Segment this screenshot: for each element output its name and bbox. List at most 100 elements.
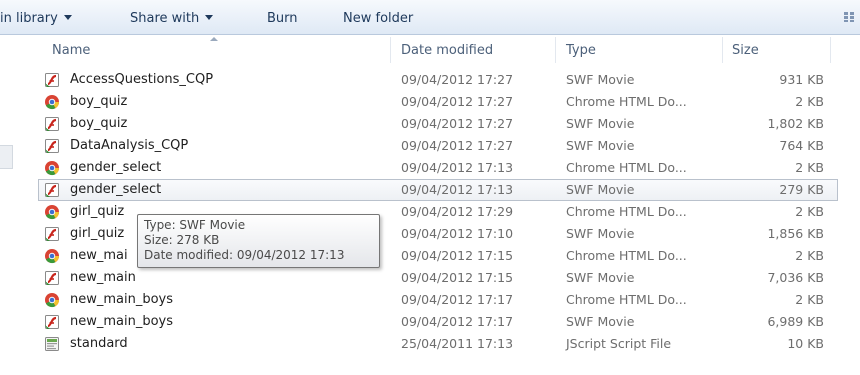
file-row[interactable]: boy_quiz 09/04/2012 17:27 Chrome HTML Do..… bbox=[38, 91, 838, 113]
file-type: SWF Movie bbox=[566, 270, 635, 285]
file-size: 279 KB bbox=[779, 182, 824, 197]
file-size: 2 KB bbox=[795, 248, 824, 263]
file-type: JScript Script File bbox=[566, 336, 672, 351]
file-name: gender_select bbox=[70, 182, 162, 197]
column-divider[interactable] bbox=[390, 37, 391, 63]
file-row[interactable]: DataAnalysis_CQP 09/04/2012 17:27 SWF Movi… bbox=[38, 135, 838, 157]
column-header-size[interactable]: Size bbox=[732, 43, 759, 58]
file-date-modified: 09/04/2012 17:13 bbox=[401, 182, 514, 197]
file-size: 764 KB bbox=[779, 138, 824, 153]
jscript-file-icon bbox=[44, 336, 60, 352]
file-row[interactable]: gender_select 09/04/2012 17:13 SWF Movie 27… bbox=[38, 179, 838, 201]
file-info-tooltip: Type: SWF Movie Size: 278 KB Date modifi… bbox=[137, 214, 380, 268]
views-icon[interactable] bbox=[844, 12, 856, 22]
file-date-modified: 25/04/2011 17:13 bbox=[401, 336, 514, 351]
file-size: 2 KB bbox=[795, 292, 824, 307]
file-type: SWF Movie bbox=[566, 116, 635, 131]
file-date-modified: 09/04/2012 17:27 bbox=[401, 138, 514, 153]
file-name: AccessQuestions_CQP bbox=[70, 72, 214, 87]
column-divider[interactable] bbox=[555, 37, 556, 63]
sort-ascending-icon bbox=[210, 37, 218, 41]
column-header-date-modified[interactable]: Date modified bbox=[401, 43, 493, 58]
file-name: new_main_boys bbox=[70, 314, 174, 329]
file-type: SWF Movie bbox=[566, 182, 635, 197]
file-date-modified: 09/04/2012 17:10 bbox=[401, 226, 514, 241]
file-row[interactable]: boy_quiz 09/04/2012 17:27 SWF Movie 1,802 K… bbox=[38, 113, 838, 135]
file-date-modified: 09/04/2012 17:17 bbox=[401, 292, 514, 307]
file-date-modified: 09/04/2012 17:27 bbox=[401, 72, 514, 87]
tooltip-date-modified: Date modified: 09/04/2012 17:13 bbox=[144, 248, 345, 262]
file-date-modified: 09/04/2012 17:29 bbox=[401, 204, 514, 219]
column-header-name[interactable]: Name bbox=[52, 43, 90, 58]
file-size: 2 KB bbox=[795, 94, 824, 109]
file-row[interactable]: standard 25/04/2011 17:13 JScript Script F… bbox=[38, 333, 838, 355]
chevron-down-icon bbox=[205, 15, 214, 20]
swf-file-icon bbox=[44, 270, 60, 286]
file-row[interactable]: new_main 09/04/2012 17:15 SWF Movie 7,036 K… bbox=[38, 267, 838, 289]
chrome-html-file-icon bbox=[44, 204, 60, 220]
file-size: 10 KB bbox=[787, 336, 824, 351]
file-name: standard bbox=[70, 336, 128, 351]
swf-file-icon bbox=[44, 314, 60, 330]
file-row[interactable]: new_main_boys 09/04/2012 17:17 SWF Movie 6,… bbox=[38, 311, 838, 333]
file-row[interactable]: new_main_boys 09/04/2012 17:17 Chrome HTML… bbox=[38, 289, 838, 311]
file-size: 931 KB bbox=[779, 72, 824, 87]
column-header-row: Name Date modified Type Size bbox=[30, 35, 860, 63]
file-size: 1,802 KB bbox=[767, 116, 824, 131]
file-type: SWF Movie bbox=[566, 314, 635, 329]
file-name: new_mai bbox=[70, 248, 128, 263]
file-date-modified: 09/04/2012 17:13 bbox=[401, 160, 514, 175]
burn-button[interactable]: Burn bbox=[267, 11, 298, 26]
file-name: girl_quiz bbox=[70, 226, 125, 241]
file-date-modified: 09/04/2012 17:17 bbox=[401, 314, 514, 329]
share-with-menu[interactable]: Share with bbox=[130, 11, 214, 26]
new-folder-button[interactable]: New folder bbox=[343, 11, 413, 26]
file-size: 1,856 KB bbox=[767, 226, 824, 241]
file-row[interactable]: AccessQuestions_CQP 09/04/2012 17:27 SWF M… bbox=[38, 69, 838, 91]
file-size: 6,989 KB bbox=[767, 314, 824, 329]
file-name: boy_quiz bbox=[70, 116, 128, 131]
swf-file-icon bbox=[44, 116, 60, 132]
swf-file-icon bbox=[44, 72, 60, 88]
file-type: Chrome HTML Do... bbox=[566, 160, 687, 175]
file-date-modified: 09/04/2012 17:27 bbox=[401, 116, 514, 131]
file-name: girl_quiz bbox=[70, 204, 125, 219]
command-bar: in library Share with Burn New folder bbox=[0, 0, 860, 35]
include-in-library-label: in library bbox=[0, 11, 58, 26]
file-size: 7,036 KB bbox=[767, 270, 824, 285]
swf-file-icon bbox=[44, 138, 60, 154]
swf-file-icon bbox=[44, 182, 60, 198]
navigation-pane bbox=[0, 35, 30, 375]
chrome-html-file-icon bbox=[44, 94, 60, 110]
swf-file-icon bbox=[44, 226, 60, 242]
chrome-html-file-icon bbox=[44, 160, 60, 176]
file-name: gender_select bbox=[70, 160, 162, 175]
file-date-modified: 09/04/2012 17:15 bbox=[401, 248, 514, 263]
file-type: Chrome HTML Do... bbox=[566, 94, 687, 109]
tooltip-size: Size: 278 KB bbox=[144, 233, 220, 247]
file-date-modified: 09/04/2012 17:15 bbox=[401, 270, 514, 285]
chevron-down-icon bbox=[63, 15, 72, 20]
file-type: Chrome HTML Do... bbox=[566, 248, 687, 263]
file-type: SWF Movie bbox=[566, 138, 635, 153]
file-name: boy_quiz bbox=[70, 94, 128, 109]
share-with-label: Share with bbox=[130, 11, 200, 26]
file-list: AccessQuestions_CQP 09/04/2012 17:27 SWF M… bbox=[38, 69, 838, 355]
file-row[interactable]: gender_select 09/04/2012 17:13 Chrome HTML… bbox=[38, 157, 838, 179]
include-in-library-menu[interactable]: in library bbox=[0, 11, 72, 26]
file-name: new_main bbox=[70, 270, 136, 285]
file-date-modified: 09/04/2012 17:27 bbox=[401, 94, 514, 109]
column-divider[interactable] bbox=[830, 37, 831, 63]
file-type: SWF Movie bbox=[566, 72, 635, 87]
file-size: 2 KB bbox=[795, 204, 824, 219]
tooltip-type: Type: SWF Movie bbox=[144, 218, 246, 232]
chrome-html-file-icon bbox=[44, 248, 60, 264]
file-type: SWF Movie bbox=[566, 226, 635, 241]
pane-splitter[interactable] bbox=[0, 145, 13, 169]
file-size: 2 KB bbox=[795, 160, 824, 175]
file-type: Chrome HTML Do... bbox=[566, 204, 687, 219]
file-name: DataAnalysis_CQP bbox=[70, 138, 189, 153]
column-header-type[interactable]: Type bbox=[566, 43, 596, 58]
file-name: new_main_boys bbox=[70, 292, 174, 307]
column-divider[interactable] bbox=[722, 37, 723, 63]
